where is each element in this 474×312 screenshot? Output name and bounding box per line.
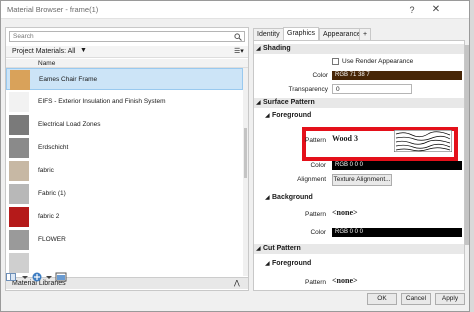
surface-pattern-title: Surface Pattern <box>263 99 315 106</box>
surface-fg-color-label: Color <box>310 162 326 169</box>
surface-fg-color-swatch[interactable]: RGB 0 0 0 <box>332 161 462 170</box>
material-list-item[interactable]: fabric 2 <box>6 206 243 228</box>
close-icon[interactable]: ✕ <box>429 3 443 17</box>
search-icon <box>234 33 242 41</box>
material-thumbnail <box>9 92 29 112</box>
collapse-triangle-icon[interactable]: ◢ <box>256 245 261 252</box>
cut-fg-pattern-name[interactable]: <none> <box>332 276 358 285</box>
background-strip <box>470 0 474 312</box>
use-render-appearance-label: Use Render Appearance <box>342 58 414 65</box>
window-title: Material Browser - frame(1) <box>7 5 99 14</box>
cut-foreground-title: Foreground <box>272 260 312 267</box>
name-column-label: Name <box>38 60 56 67</box>
use-render-appearance-checkbox[interactable] <box>332 58 339 65</box>
tab-add[interactable]: + <box>359 28 372 40</box>
collapse-triangle-icon[interactable]: ◢ <box>256 45 261 52</box>
search-input[interactable] <box>10 32 230 41</box>
material-list-item[interactable]: Electrical Load Zones <box>6 114 243 136</box>
list-scrollbar[interactable] <box>243 68 248 276</box>
material-name: fabric 2 <box>38 213 60 220</box>
material-list-item[interactable]: FLOWER <box>6 229 243 251</box>
surface-background-title: Background <box>272 194 313 201</box>
shading-section-header[interactable]: ◢ Shading <box>254 44 464 54</box>
search-box[interactable] <box>9 31 245 42</box>
shading-title: Shading <box>263 45 291 52</box>
material-list-item[interactable]: Eames Chair Frame <box>6 68 243 90</box>
surface-bg-color-swatch[interactable]: RGB 0 0 0 <box>332 228 462 237</box>
tab-graphics[interactable]: Graphics <box>283 27 320 40</box>
collapse-triangle-icon[interactable]: ◢ <box>265 194 270 201</box>
material-name: EIFS - Exterior Insulation and Finish Sy… <box>38 98 166 105</box>
transparency-field[interactable]: 0 <box>332 84 412 94</box>
cut-pattern-title: Cut Pattern <box>263 245 301 252</box>
properties-scroll-thumb[interactable] <box>465 45 469 245</box>
material-thumbnail <box>9 207 29 227</box>
material-list-item[interactable]: EIFS - Exterior Insulation and Finish Sy… <box>6 91 243 113</box>
list-scroll-thumb[interactable] <box>244 128 247 178</box>
surface-bg-pattern-name[interactable]: <none> <box>332 208 358 217</box>
collapse-triangle-icon[interactable]: ◢ <box>265 112 270 119</box>
filter-icon[interactable]: ▼ <box>80 47 87 54</box>
tab-appearance[interactable]: Appearance <box>319 28 365 40</box>
properties-scrollbar[interactable] <box>465 40 469 291</box>
cut-fg-pattern-label: Pattern <box>305 279 326 286</box>
surface-background-header[interactable]: ◢ Background <box>254 193 464 203</box>
surface-bg-pattern-label: Pattern <box>305 211 326 218</box>
material-name: fabric <box>38 167 54 174</box>
surface-pattern-section-header[interactable]: ◢ Surface Pattern <box>254 98 464 108</box>
surface-fg-pattern-label: Pattern <box>305 137 326 144</box>
material-name: Electrical Load Zones <box>38 121 101 128</box>
material-list-item[interactable]: Fabric (1) <box>6 183 243 205</box>
wood-pattern-preview[interactable] <box>394 130 452 152</box>
cut-foreground-header[interactable]: ◢ Foreground <box>254 259 464 269</box>
properties-panel: Identity Graphics Appearance + ◢ Shading Us… <box>253 27 469 291</box>
material-list-item[interactable]: fabric <box>6 160 243 182</box>
dropdown-arrow-icon[interactable] <box>19 271 31 283</box>
collapse-triangle-icon[interactable]: ◢ <box>265 260 270 267</box>
help-icon[interactable]: ? <box>405 3 419 17</box>
surface-fg-pattern-name[interactable]: Wood 3 <box>332 134 358 143</box>
project-materials-bar: Project Materials: All ▼ ☰▾ <box>6 46 248 58</box>
library-icon[interactable] <box>5 271 17 283</box>
material-list: Eames Chair Frame EIFS - Exterior Insulat… <box>6 68 243 276</box>
material-name: Fabric (1) <box>38 190 66 197</box>
surface-foreground-header[interactable]: ◢ Foreground <box>254 111 464 121</box>
shading-color-swatch[interactable]: RGB 71 38 7 <box>332 71 462 80</box>
material-thumbnail <box>10 70 30 90</box>
surface-foreground-title: Foreground <box>272 112 312 119</box>
material-browser-window: Material Browser - frame(1) ? ✕ Project … <box>0 0 470 312</box>
material-thumbnail <box>9 161 29 181</box>
asset-browser-icon[interactable] <box>55 271 67 283</box>
tab-identity[interactable]: Identity <box>253 28 284 40</box>
create-material-icon[interactable] <box>31 271 43 283</box>
material-name: Eames Chair Frame <box>39 76 98 83</box>
collapse-chevron-icon[interactable]: ⋀ <box>234 279 240 287</box>
material-name: Erdschicht <box>38 144 69 151</box>
material-thumbnail <box>9 184 29 204</box>
material-thumbnail <box>9 230 29 250</box>
material-list-item[interactable]: Erdschicht <box>6 137 243 159</box>
dropdown-arrow-icon[interactable] <box>43 271 55 283</box>
transparency-label: Transparency <box>288 86 329 93</box>
name-column-header[interactable]: Name <box>6 59 248 68</box>
transparency-value: 0 <box>336 86 340 93</box>
project-materials-label: Project Materials: All <box>12 48 76 55</box>
cut-pattern-section-header[interactable]: ◢ Cut Pattern <box>254 244 464 254</box>
view-options-icon[interactable]: ☰▾ <box>234 47 244 55</box>
graphics-panel: ◢ Shading Use Render Appearance Color RG… <box>253 40 465 291</box>
material-thumbnail <box>9 138 29 158</box>
material-thumbnail <box>9 253 29 273</box>
material-name: FLOWER <box>38 236 66 243</box>
apply-button[interactable]: Apply <box>435 293 465 305</box>
title-bar: Material Browser - frame(1) ? ✕ <box>1 1 469 19</box>
cancel-button[interactable]: Cancel <box>401 293 431 305</box>
texture-alignment-button[interactable]: Texture Alignment... <box>332 174 392 186</box>
surface-bg-color-label: Color <box>310 229 326 236</box>
material-thumbnail <box>9 115 29 135</box>
material-list-panel: Project Materials: All ▼ ☰▾ Name Eames C… <box>5 27 249 291</box>
ok-button[interactable]: OK <box>367 293 397 305</box>
alignment-label: Alignment <box>297 176 326 183</box>
shading-color-label: Color <box>312 72 328 79</box>
collapse-triangle-icon[interactable]: ◢ <box>256 99 261 106</box>
